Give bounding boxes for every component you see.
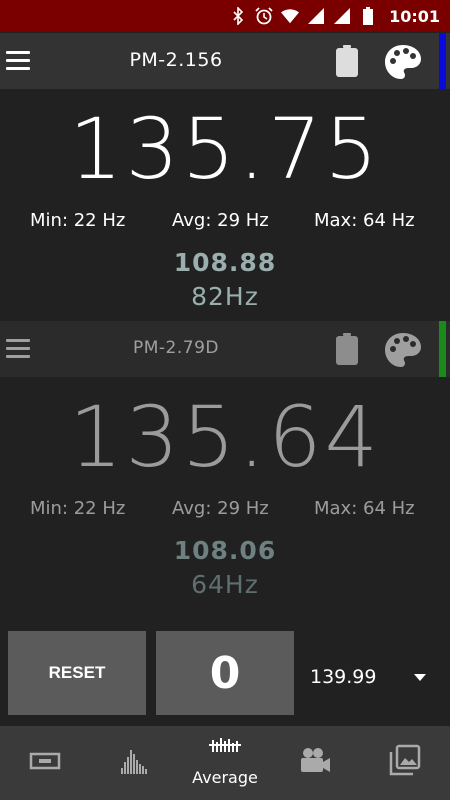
secondary-frequency: 82Hz [191,282,259,311]
max-stat: Max: 64 Hz [314,498,415,519]
palette-icon[interactable] [384,44,422,80]
nav-gallery[interactable] [360,726,450,800]
meter-header-1: PM-2.156 [0,33,450,89]
single-meter-icon [29,752,61,770]
battery-icon [336,45,358,77]
count-display: 0 [156,631,294,715]
meter-color-strip [439,321,446,377]
menu-icon[interactable] [6,339,30,359]
status-time: 10:01 [389,6,440,26]
bluetooth-icon [229,7,247,25]
avg-stat: Avg: 29 Hz [172,498,269,519]
gallery-icon [389,744,421,776]
meter-color-strip [439,33,446,89]
average-icon [209,738,241,752]
nav-histogram[interactable] [90,726,180,800]
stats-row: Min: 22 Hz Avg: 29 Hz Max: 64 Hz [0,498,450,524]
histogram-icon [121,750,147,774]
dropdown-arrow-icon [414,674,426,681]
nav-video[interactable] [270,726,360,800]
status-bar: 10:01 [0,0,450,32]
meter-name[interactable]: PM-2.156 [90,49,262,71]
menu-icon[interactable] [6,51,30,71]
stats-row: Min: 22 Hz Avg: 29 Hz Max: 64 Hz [0,210,450,236]
max-stat: Max: 64 Hz [314,210,415,231]
meter-header-2: PM-2.79D [0,321,450,377]
dropdown-selected-value: 139.99 [310,666,377,688]
secondary-value: 108.88 [173,248,277,277]
min-stat: Min: 22 Hz [30,498,126,519]
nav-single-meter[interactable] [0,726,90,800]
cell-signal-icon [333,7,351,25]
battery-icon [359,7,377,25]
value-dropdown[interactable]: 139.99 [308,660,438,696]
meter-value: 135.64 [69,388,381,486]
battery-icon [336,333,358,365]
nav-average[interactable]: Average [180,726,270,800]
palette-icon[interactable] [384,332,422,368]
meter-value: 135.75 [69,100,381,198]
bottom-navigation: Average [0,726,450,800]
nav-label: Average [192,768,258,787]
cell-signal-icon [307,7,325,25]
min-stat: Min: 22 Hz [30,210,126,231]
wifi-icon [281,7,300,25]
video-camera-icon [301,748,330,772]
reset-button[interactable]: RESET [8,631,146,715]
alarm-icon [255,7,273,25]
avg-stat: Avg: 29 Hz [172,210,269,231]
secondary-value: 108.06 [173,536,277,565]
meter-name[interactable]: PM-2.79D [90,338,262,358]
secondary-frequency: 64Hz [191,570,259,599]
